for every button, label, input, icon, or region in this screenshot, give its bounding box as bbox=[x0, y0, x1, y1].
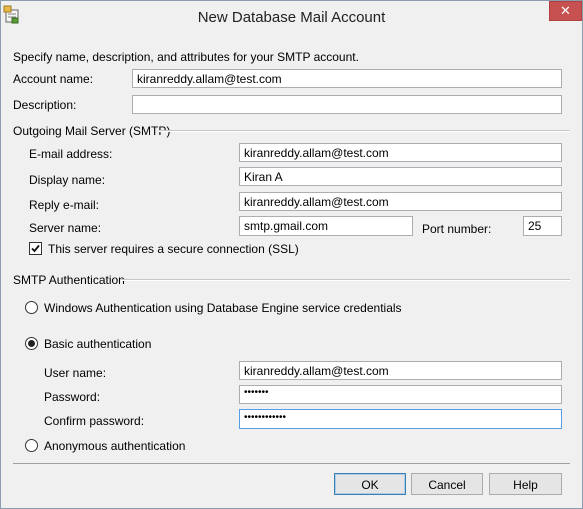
basic-auth-radio[interactable] bbox=[25, 337, 38, 350]
smtp-group-label: Outgoing Mail Server (SMTP) bbox=[13, 124, 171, 138]
cancel-button[interactable]: Cancel bbox=[411, 473, 483, 495]
description-field[interactable] bbox=[132, 95, 562, 114]
display-name-label: Display name: bbox=[29, 173, 106, 187]
intro-text: Specify name, description, and attribute… bbox=[13, 50, 359, 64]
port-number-label: Port number: bbox=[422, 222, 492, 236]
windows-auth-label: Windows Authentication using Database En… bbox=[44, 301, 402, 315]
confirm-password-field[interactable]: •••••••••••• bbox=[239, 409, 562, 429]
basic-auth-label: Basic authentication bbox=[44, 337, 152, 351]
server-name-field[interactable]: smtp.gmail.com bbox=[239, 216, 413, 236]
reply-email-label: Reply e-mail: bbox=[29, 198, 100, 212]
close-button[interactable]: ✕ bbox=[549, 1, 582, 21]
auth-group-label: SMTP Authentication bbox=[13, 273, 125, 287]
confirm-password-label: Confirm password: bbox=[44, 414, 145, 428]
window-title: New Database Mail Account bbox=[197, 9, 386, 26]
server-name-label: Server name: bbox=[29, 221, 102, 235]
email-address-field[interactable]: kiranreddy.allam@test.com bbox=[239, 143, 562, 162]
smtp-group-divider bbox=[159, 130, 570, 132]
user-name-label: User name: bbox=[44, 366, 107, 380]
password-label: Password: bbox=[44, 390, 101, 404]
ssl-label: This server requires a secure connection… bbox=[48, 242, 299, 256]
password-field[interactable]: ••••••• bbox=[239, 385, 562, 404]
anonymous-auth-radio[interactable] bbox=[25, 439, 38, 452]
help-button[interactable]: Help bbox=[489, 473, 562, 495]
dialog-window: New Database Mail Account ✕ Specify name… bbox=[0, 0, 583, 509]
windows-auth-radio[interactable] bbox=[25, 301, 38, 314]
anonymous-auth-label: Anonymous authentication bbox=[44, 439, 186, 453]
email-address-label: E-mail address: bbox=[29, 147, 113, 161]
ssl-checkbox[interactable] bbox=[29, 242, 42, 255]
description-label: Description: bbox=[13, 98, 77, 112]
account-name-field[interactable]: kiranreddy.allam@test.com bbox=[132, 69, 562, 88]
user-name-field[interactable]: kiranreddy.allam@test.com bbox=[239, 361, 562, 380]
reply-email-field[interactable]: kiranreddy.allam@test.com bbox=[239, 192, 562, 211]
ok-button[interactable]: OK bbox=[334, 473, 406, 495]
checkmark-icon bbox=[31, 244, 40, 253]
account-name-label: Account name: bbox=[13, 72, 94, 86]
port-number-field[interactable]: 25 bbox=[523, 216, 562, 236]
auth-group-divider bbox=[121, 279, 570, 281]
display-name-field[interactable]: Kiran A bbox=[239, 167, 562, 186]
footer-separator bbox=[13, 463, 570, 464]
radio-selected-dot bbox=[28, 340, 35, 347]
title-bar: New Database Mail Account ✕ bbox=[1, 1, 582, 32]
close-icon: ✕ bbox=[560, 3, 571, 18]
